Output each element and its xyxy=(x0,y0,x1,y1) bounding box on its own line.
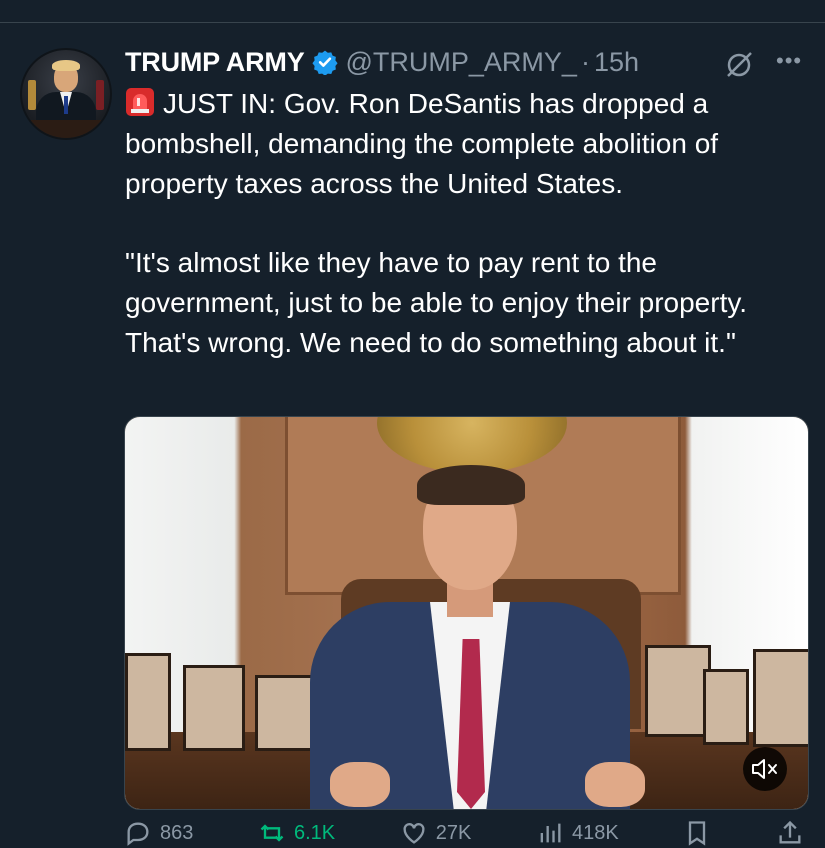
avatar[interactable] xyxy=(20,48,112,140)
speaker-hair xyxy=(417,465,525,505)
views-count: 418K xyxy=(572,821,619,844)
desk-photo xyxy=(645,645,711,737)
tweet-header: TRUMP ARMY @TRUMP_ARMY_ · 15h xyxy=(125,44,639,80)
views-icon xyxy=(540,823,561,843)
bookmark-button[interactable] xyxy=(683,818,711,848)
video-player[interactable] xyxy=(124,416,809,810)
desk-photo xyxy=(125,653,171,751)
tweet-quote: "It's almost like they have to pay rent … xyxy=(125,247,748,358)
reply-count: 863 xyxy=(160,821,194,844)
avatar-tie xyxy=(64,96,68,114)
tweet-line-1: JUST IN: Gov. Ron DeSantis has dropped a… xyxy=(125,84,815,204)
retweet-icon xyxy=(260,824,284,842)
tweet-actions: 863 6.1K 27K 418K xyxy=(124,818,804,848)
author-handle[interactable]: @TRUMP_ARMY_ xyxy=(346,47,577,78)
avatar-hair xyxy=(52,60,80,71)
verified-badge-icon xyxy=(311,50,338,75)
tweet-timestamp[interactable]: 15h xyxy=(594,47,639,78)
reply-icon xyxy=(127,822,149,846)
avatar-flag-right xyxy=(96,80,104,110)
share-button[interactable] xyxy=(776,818,804,848)
share-icon xyxy=(779,820,801,844)
desk-photo xyxy=(703,669,749,745)
desk-photo xyxy=(753,649,808,747)
more-icon[interactable]: ••• xyxy=(776,46,806,76)
grok-icon[interactable] xyxy=(724,50,754,80)
retweet-button[interactable]: 6.1K xyxy=(258,818,335,848)
avatar-desk xyxy=(22,120,110,138)
author-name[interactable]: TRUMP ARMY xyxy=(125,47,305,78)
tweet-text: JUST IN: Gov. Ron DeSantis has dropped a… xyxy=(125,84,815,363)
speaker-hand xyxy=(330,762,390,807)
avatar-flag-left xyxy=(28,80,36,110)
views-button[interactable]: 418K xyxy=(536,818,619,848)
siren-emoji-icon xyxy=(126,88,154,116)
separator-dot: · xyxy=(580,46,590,77)
like-button[interactable]: 27K xyxy=(400,818,472,848)
reply-button[interactable]: 863 xyxy=(124,818,193,848)
divider xyxy=(0,22,825,23)
desk-photo xyxy=(183,665,245,751)
tweet-headline: JUST IN: Gov. Ron DeSantis has dropped a… xyxy=(125,88,719,199)
bookmark-icon xyxy=(689,821,706,846)
speaker-hand xyxy=(585,762,645,807)
mute-icon[interactable] xyxy=(743,747,787,791)
like-icon xyxy=(403,823,425,844)
retweet-count: 6.1K xyxy=(294,821,336,844)
like-count: 27K xyxy=(435,821,472,844)
